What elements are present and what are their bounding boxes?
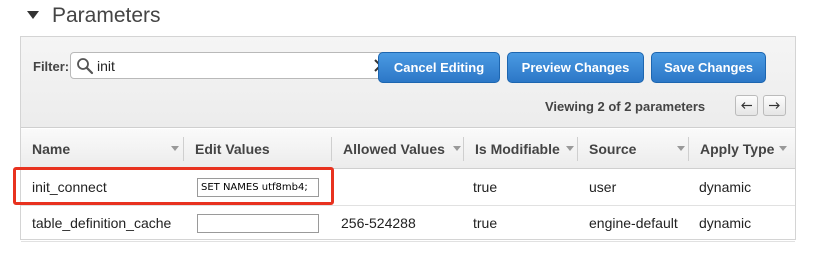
save-changes-button[interactable]: Save Changes [651,52,766,83]
pager-prev-icon [741,102,752,109]
column-header-edit-values[interactable]: Edit Values [184,129,331,169]
column-header-name[interactable]: Name [21,129,183,169]
cell-apply-type: dynamic [699,179,752,195]
cancel-editing-button[interactable]: Cancel Editing [378,52,500,83]
column-header-source[interactable]: Source [578,129,688,169]
search-icon [77,58,94,75]
table-row[interactable]: table_definition_cache 256-524288 true e… [21,206,795,242]
cell-source: engine-default [589,215,678,231]
cell-is-modifiable: true [473,179,498,195]
search-box[interactable] [70,52,396,79]
cell-source: user [589,179,617,195]
column-header-allowed-values[interactable]: Allowed Values [332,129,463,169]
sort-arrow-icon[interactable] [453,146,461,151]
pager-next-button[interactable] [763,95,786,116]
preview-changes-button[interactable]: Preview Changes [507,52,644,83]
sort-arrow-icon[interactable] [677,146,685,151]
search-input[interactable] [97,56,347,75]
collapse-arrow-icon[interactable] [27,11,39,19]
sort-arrow-icon[interactable] [779,146,787,151]
section-header[interactable]: Parameters [0,0,814,32]
column-header-label: Apply Type [700,141,775,157]
filter-label: Filter: [33,59,70,74]
table-row[interactable]: init_connect true user dynamic [21,170,795,206]
edit-value-input[interactable] [197,214,319,233]
column-header-label: Edit Values [195,141,270,157]
sort-arrow-icon[interactable] [566,146,574,151]
pager-next-icon [769,102,780,109]
cell-allowed-values: 256-524288 [341,215,416,231]
column-header-label: Is Modifiable [475,141,560,157]
column-header-label: Source [589,141,637,157]
cell-is-modifiable: true [473,215,498,231]
cell-name: table_definition_cache [32,215,172,231]
parameters-panel: Filter: Cancel Editing Preview Changes S… [20,36,796,242]
cell-name: init_connect [32,179,107,195]
column-header-apply-type[interactable]: Apply Type [689,129,795,169]
cell-apply-type: dynamic [699,215,752,231]
toolbar: Filter: Cancel Editing Preview Changes S… [21,37,795,128]
pager-prev-button[interactable] [735,95,758,116]
sort-arrow-icon[interactable] [171,146,179,151]
edit-value-input[interactable] [197,178,319,197]
section-title: Parameters [52,4,161,27]
column-header-label: Allowed Values [343,141,445,157]
viewing-count-text: Viewing 2 of 2 parameters [545,99,706,114]
column-header-is-modifiable[interactable]: Is Modifiable [464,129,577,169]
table-header: Name Edit Values Allowed Values Is Modif… [21,129,795,169]
column-header-label: Name [32,141,71,157]
